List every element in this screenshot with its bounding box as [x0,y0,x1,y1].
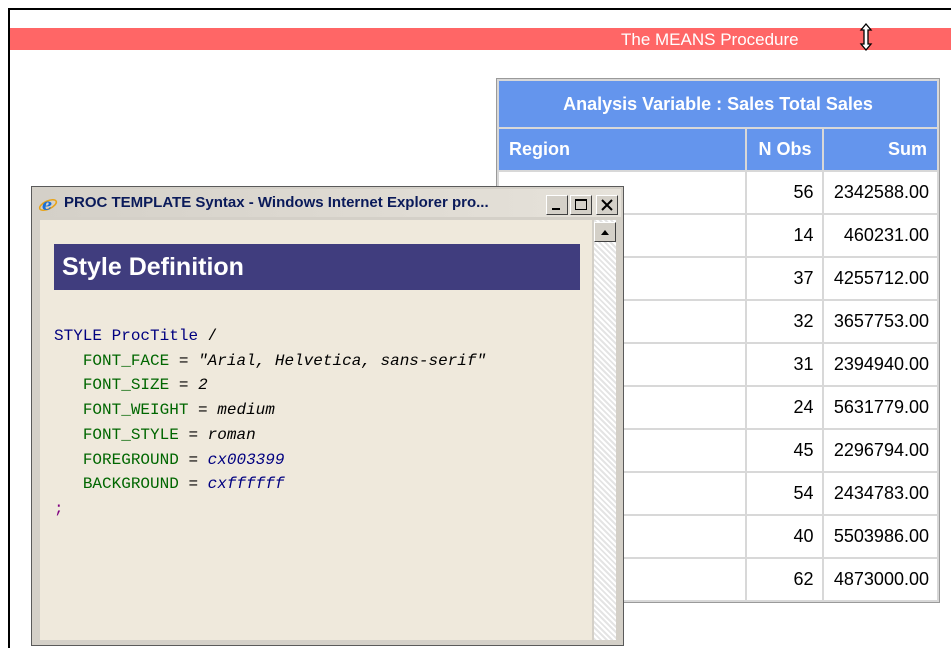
sum-cell: 2296794.00 [823,430,937,471]
n-obs-cell: 32 [747,301,822,342]
scroll-up-arrow-icon [601,230,609,235]
style-code-block: STYLE ProcTitle / FONT_FACE = "Arial, He… [54,324,486,522]
code-attr-name: FONT_SIZE [82,376,170,395]
n-obs-cell: 54 [747,473,822,514]
code-attr-value: cxffffff [207,475,285,494]
code-equals: = [178,376,189,395]
code-attr-value: 2 [198,376,208,395]
code-equals: = [178,351,189,370]
code-attr-name: FOREGROUND [82,450,179,469]
column-header-n-obs: N Obs [747,129,822,170]
window-titlebar[interactable]: e PROC TEMPLATE Syntax - Windows Interne… [34,189,621,217]
code-keyword: STYLE [54,327,103,345]
svg-text:e: e [42,195,52,214]
sum-cell: 3657753.00 [823,301,937,342]
code-attr-name: BACKGROUND [82,475,179,494]
procedure-title-bar [10,28,951,50]
style-definition-heading: Style Definition [54,244,580,290]
vertical-scrollbar[interactable] [594,220,616,640]
close-icon [601,199,613,211]
column-header-region: Region [499,129,745,170]
sum-cell: 2342588.00 [823,172,937,213]
code-equals: = [188,450,199,469]
code-equals: = [198,401,208,420]
maximize-button[interactable] [570,195,592,215]
code-attr-name: FONT_FACE [82,351,170,370]
n-obs-cell: 14 [747,215,822,256]
table-caption: Analysis Variable : Sales Total Sales [499,81,937,127]
resize-vertical-cursor-icon [859,23,873,51]
sum-cell: 2434783.00 [823,473,937,514]
procedure-title: The MEANS Procedure [621,30,799,49]
n-obs-cell: 24 [747,387,822,428]
sum-cell: 4873000.00 [823,559,937,600]
window-title: PROC TEMPLATE Syntax - Windows Internet … [64,194,489,211]
n-obs-cell: 62 [747,559,822,600]
code-terminator: ; [54,499,64,518]
close-button[interactable] [596,195,618,215]
maximize-icon [575,199,587,210]
code-attr-value: medium [217,401,275,420]
code-equals: = [188,475,199,494]
sum-cell: 5631779.00 [823,387,937,428]
code-attr-name: FONT_WEIGHT [82,401,189,420]
minimize-button[interactable] [546,195,568,215]
n-obs-cell: 37 [747,258,822,299]
popup-content: Style Definition STYLE ProcTitle / FONT_… [40,220,592,640]
sum-cell: 2394940.00 [823,344,937,385]
n-obs-cell: 45 [747,430,822,471]
proc-template-syntax-window[interactable]: e PROC TEMPLATE Syntax - Windows Interne… [31,186,624,646]
sum-cell: 4255712.00 [823,258,937,299]
code-attr-value: "Arial, Helvetica, sans-serif" [198,351,487,370]
n-obs-cell: 56 [747,172,822,213]
code-slash: / [207,327,218,345]
n-obs-cell: 40 [747,516,822,557]
column-header-sum: Sum [823,129,937,170]
scroll-up-button[interactable] [594,222,616,242]
code-style-name: ProcTitle [111,327,199,345]
code-attr-value: roman [207,425,256,444]
code-attr-name: FONT_STYLE [82,425,179,444]
n-obs-cell: 31 [747,344,822,385]
sum-cell: 5503986.00 [823,516,937,557]
code-equals: = [188,425,199,444]
sum-cell: 460231.00 [823,215,937,256]
minimize-icon [552,208,560,210]
code-attr-value: cx003399 [207,450,285,469]
ie-logo-icon: e [38,195,58,214]
